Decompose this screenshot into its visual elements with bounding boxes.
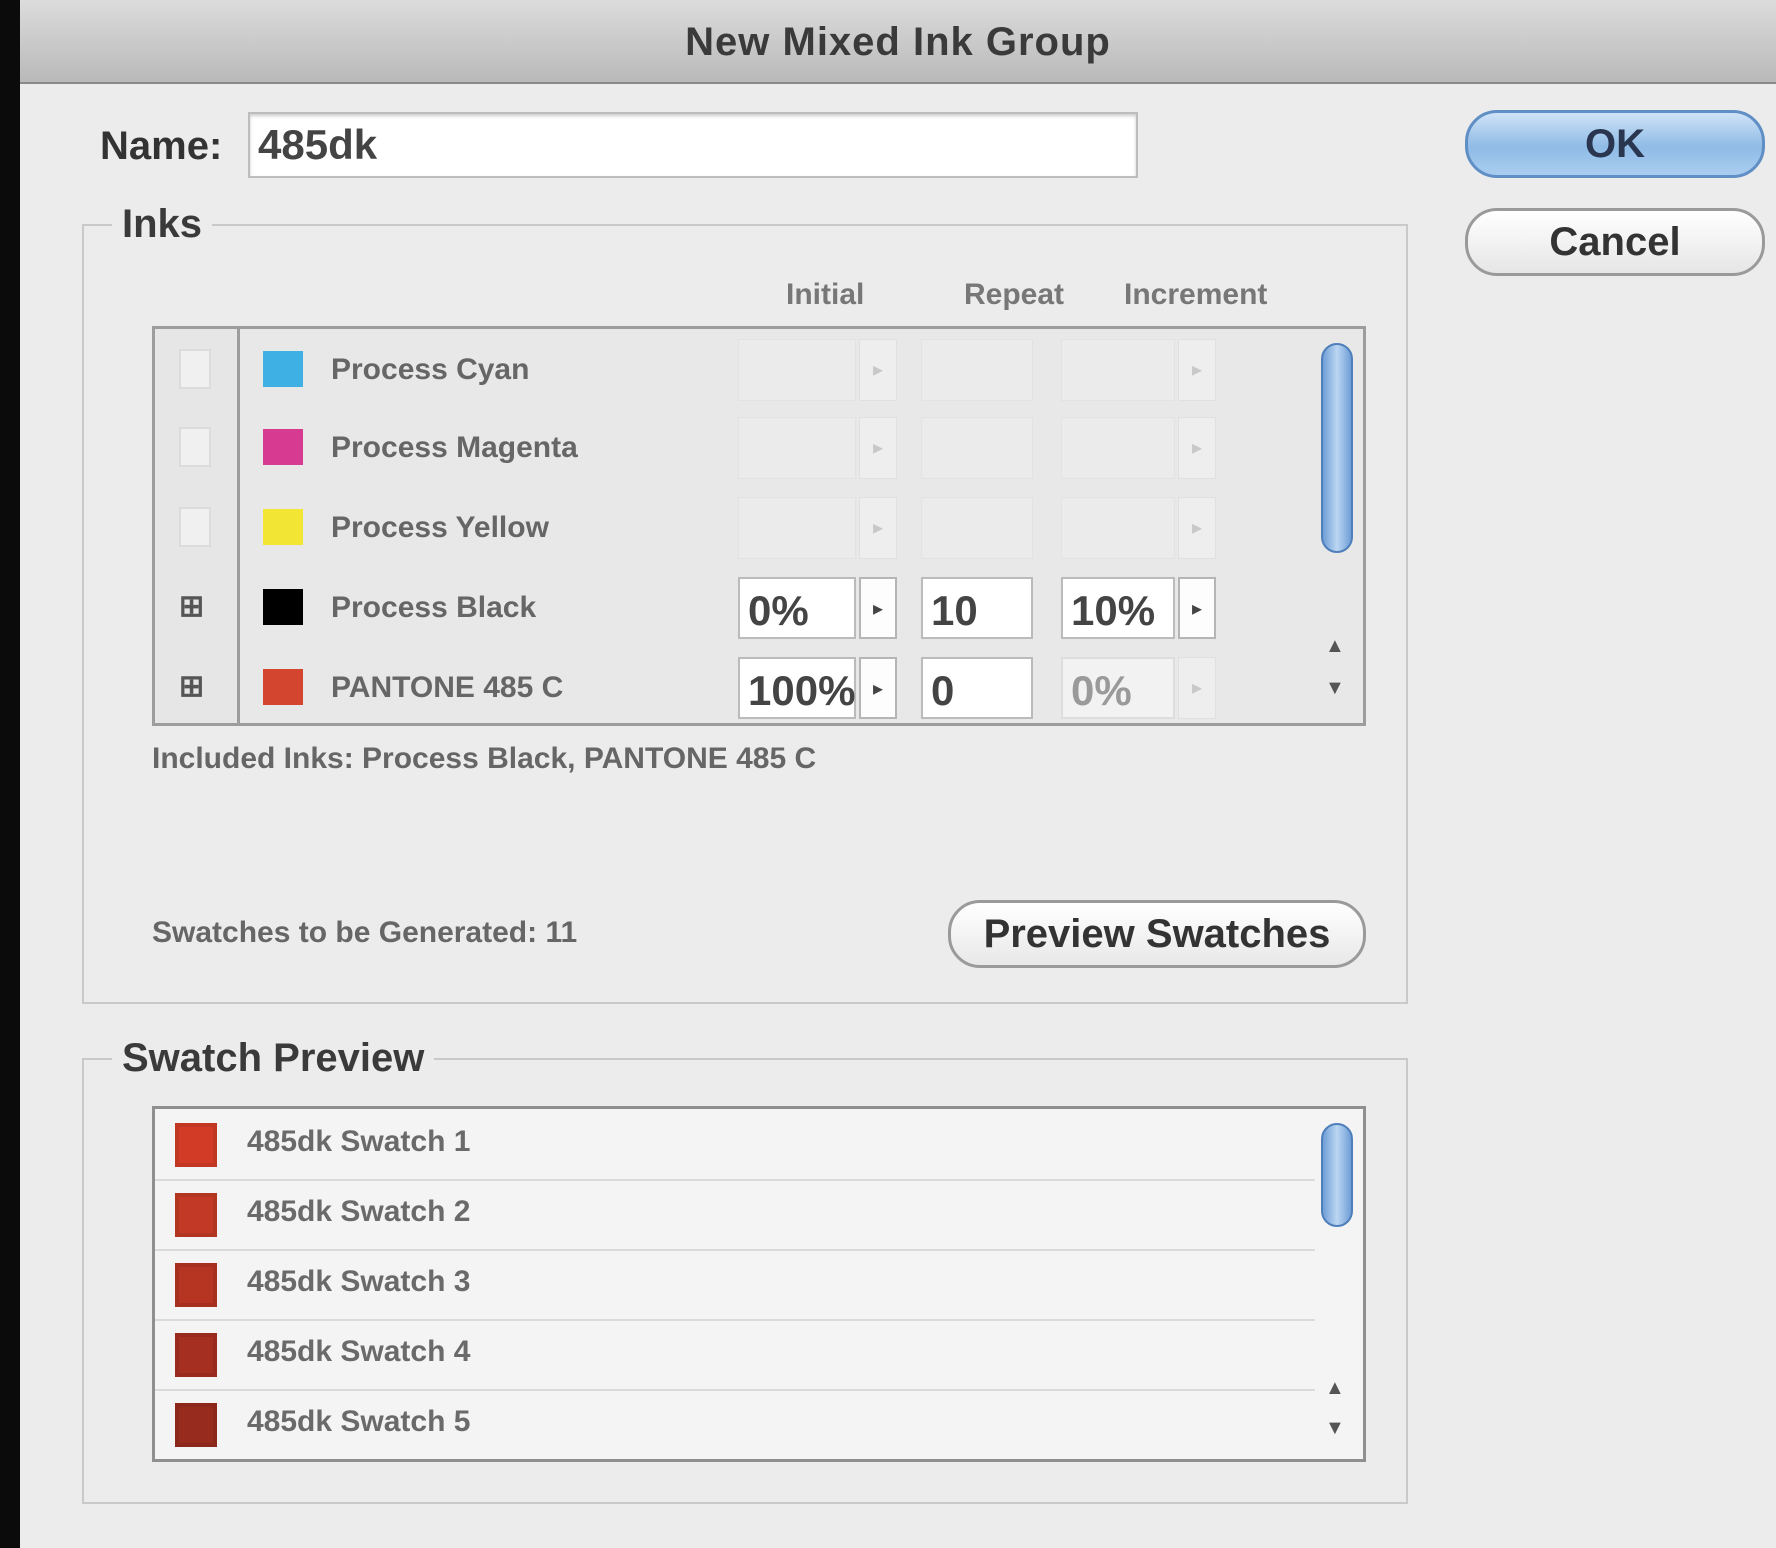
repeat-field[interactable]: [921, 497, 1033, 559]
include-checkbox[interactable]: [179, 427, 211, 467]
name-input[interactable]: [248, 112, 1138, 178]
swatch-label: 485dk Swatch 1: [247, 1125, 471, 1158]
increment-stepper-arrow-icon[interactable]: ▸: [1178, 497, 1216, 559]
ink-list-scrollbar[interactable]: ▲ ▼: [1317, 335, 1357, 715]
ink-color-chip: [263, 351, 303, 387]
swatch-color-chip: [175, 1123, 217, 1167]
include-checkbox[interactable]: [179, 349, 211, 389]
swatch-preview-item[interactable]: 485dk Swatch 3: [155, 1249, 1315, 1321]
initial-field[interactable]: 100%: [738, 657, 856, 719]
initial-field[interactable]: [738, 497, 856, 559]
inks-group-title: Inks: [112, 202, 213, 247]
ink-row[interactable]: Process Yellow ▸ ▸: [155, 487, 1315, 567]
swatch-color-chip: [175, 1193, 217, 1237]
increment-field[interactable]: [1061, 339, 1175, 401]
increment-stepper-arrow-icon[interactable]: ▸: [1178, 657, 1216, 719]
ink-name: Process Cyan: [331, 353, 530, 386]
ink-row[interactable]: Process Magenta ▸ ▸: [155, 407, 1315, 487]
ink-list: Process Cyan ▸ ▸ Process Magenta ▸ ▸ Process Y…: [152, 326, 1366, 726]
ink-row[interactable]: ⊞ Process Black 0% ▸ 10 10% ▸: [155, 567, 1315, 647]
increment-stepper-arrow-icon[interactable]: ▸: [1178, 417, 1216, 479]
ink-name: Process Magenta: [331, 431, 578, 464]
swatch-label: 485dk Swatch 5: [247, 1405, 471, 1438]
swatch-preview-item[interactable]: 485dk Swatch 1: [155, 1109, 1315, 1181]
initial-column-header: Initial: [786, 278, 865, 311]
increment-field[interactable]: [1061, 497, 1175, 559]
swatch-label: 485dk Swatch 3: [247, 1265, 471, 1298]
scroll-down-arrow-icon[interactable]: ▼: [1325, 1417, 1345, 1440]
initial-stepper-arrow-icon[interactable]: ▸: [859, 339, 897, 401]
swatch-preview-list: 485dk Swatch 1 485dk Swatch 2 485dk Swatch…: [152, 1106, 1366, 1462]
ink-color-chip: [263, 509, 303, 545]
swatch-color-chip: [175, 1263, 217, 1307]
initial-stepper-arrow-icon[interactable]: ▸: [859, 417, 897, 479]
increment-stepper-arrow-icon[interactable]: ▸: [1178, 339, 1216, 401]
initial-field[interactable]: 0%: [738, 577, 856, 639]
ink-name: Process Yellow: [331, 511, 549, 544]
swatch-label: 485dk Swatch 4: [247, 1335, 471, 1368]
ink-name: PANTONE 485 C: [331, 671, 564, 704]
repeat-field[interactable]: 10: [921, 577, 1033, 639]
name-label: Name:: [100, 124, 223, 168]
scroll-up-arrow-icon[interactable]: ▲: [1325, 635, 1345, 658]
ink-color-chip: [263, 429, 303, 465]
swatch-preview-item[interactable]: 485dk Swatch 2: [155, 1179, 1315, 1251]
ink-color-chip: [263, 589, 303, 625]
swatch-color-chip: [175, 1333, 217, 1377]
swatch-color-chip: [175, 1403, 217, 1447]
swatch-preview-group-title: Swatch Preview: [112, 1036, 435, 1081]
repeat-field[interactable]: [921, 417, 1033, 479]
included-inks-text: Included Inks: Process Black, PANTONE 48…: [152, 742, 817, 775]
swatch-preview-item[interactable]: 485dk Swatch 5: [155, 1389, 1315, 1459]
scroll-down-arrow-icon[interactable]: ▼: [1325, 677, 1345, 700]
repeat-field[interactable]: 0: [921, 657, 1033, 719]
ink-row[interactable]: ⊞ PANTONE 485 C 100% ▸ 0 0% ▸: [155, 647, 1315, 727]
swatches-generated-text: Swatches to be Generated: 11: [152, 916, 578, 949]
preview-swatches-button[interactable]: Preview Swatches: [948, 900, 1366, 968]
initial-stepper-arrow-icon[interactable]: ▸: [859, 657, 897, 719]
repeat-field[interactable]: [921, 339, 1033, 401]
mixed-ink-included-icon[interactable]: ⊞: [179, 669, 211, 709]
initial-stepper-arrow-icon[interactable]: ▸: [859, 497, 897, 559]
swatch-list-scrollbar[interactable]: ▲ ▼: [1317, 1115, 1357, 1451]
initial-field[interactable]: [738, 417, 856, 479]
increment-field[interactable]: [1061, 417, 1175, 479]
swatch-label: 485dk Swatch 2: [247, 1195, 471, 1228]
scroll-up-arrow-icon[interactable]: ▲: [1325, 1377, 1345, 1400]
scroll-thumb[interactable]: [1321, 343, 1353, 553]
new-mixed-ink-group-dialog: New Mixed Ink Group Name: OK Cancel Inks…: [20, 0, 1776, 1548]
increment-field[interactable]: 0%: [1061, 657, 1175, 719]
title-bar: New Mixed Ink Group: [20, 0, 1776, 84]
mixed-ink-included-icon[interactable]: ⊞: [179, 589, 211, 629]
repeat-column-header: Repeat: [964, 278, 1065, 311]
initial-field[interactable]: [738, 339, 856, 401]
scroll-thumb[interactable]: [1321, 1123, 1353, 1227]
ink-name: Process Black: [331, 591, 537, 624]
increment-field[interactable]: 10%: [1061, 577, 1175, 639]
ok-button[interactable]: OK: [1465, 110, 1765, 178]
include-checkbox[interactable]: [179, 507, 211, 547]
ink-color-chip: [263, 669, 303, 705]
initial-stepper-arrow-icon[interactable]: ▸: [859, 577, 897, 639]
swatch-preview-item[interactable]: 485dk Swatch 4: [155, 1319, 1315, 1391]
ink-row[interactable]: Process Cyan ▸ ▸: [155, 329, 1315, 409]
increment-stepper-arrow-icon[interactable]: ▸: [1178, 577, 1216, 639]
increment-column-header: Increment: [1124, 278, 1268, 311]
window-title: New Mixed Ink Group: [685, 20, 1111, 64]
cancel-button[interactable]: Cancel: [1465, 208, 1765, 276]
